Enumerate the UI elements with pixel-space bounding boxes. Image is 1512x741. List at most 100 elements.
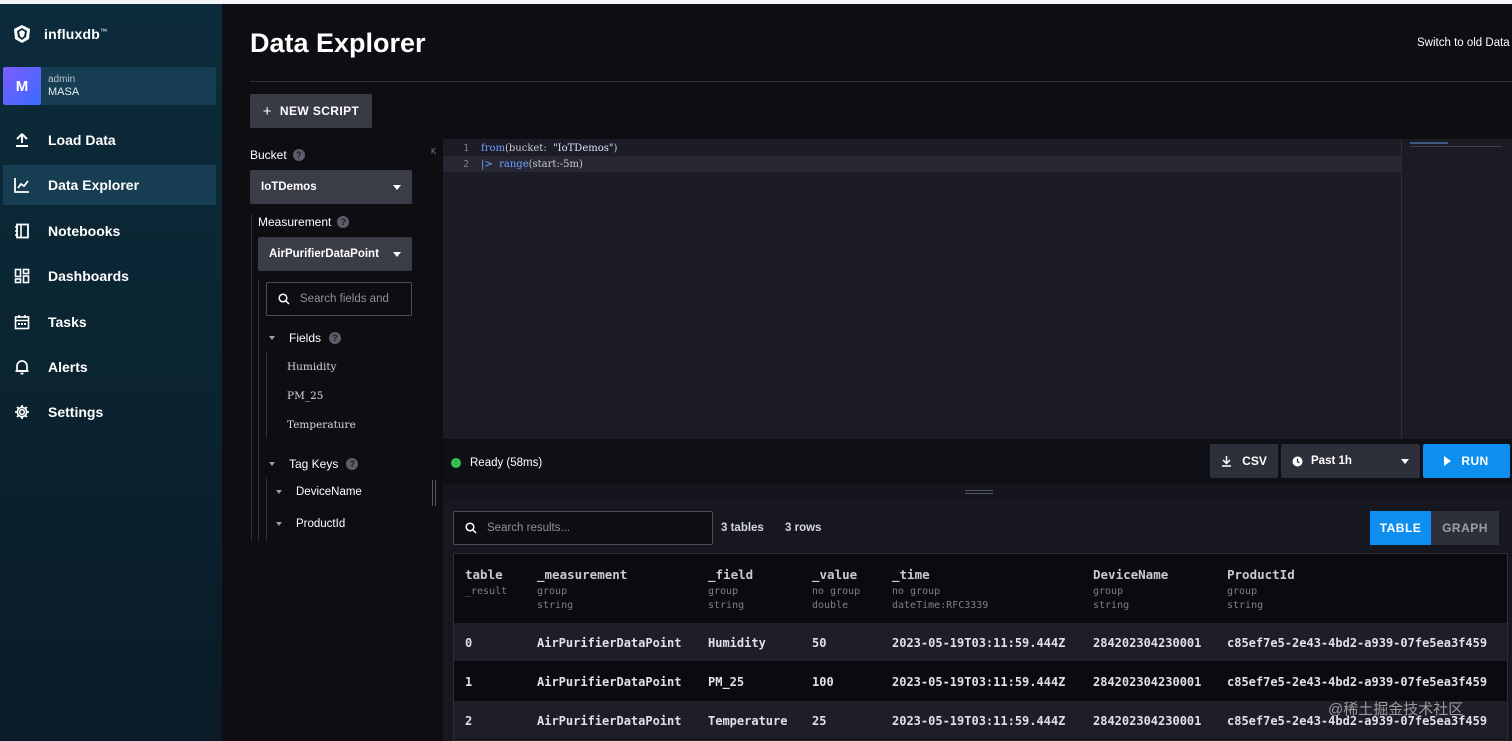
- tag-key-devicename[interactable]: DeviceName: [276, 486, 362, 498]
- bell-icon: [14, 359, 30, 375]
- caret-down-icon: [269, 336, 275, 340]
- user-role: admin: [48, 74, 76, 85]
- schema-browser: Bucket ? IoTDemos Measurement ? AirPurif…: [250, 140, 422, 541]
- download-icon: [1222, 456, 1232, 467]
- field-pm25[interactable]: PM_25: [287, 390, 323, 402]
- watermark: @稀土掘金技术社区: [1328, 701, 1464, 718]
- measurement-dropdown[interactable]: AirPurifierDataPoint: [258, 237, 412, 271]
- dashboards-icon: [14, 268, 30, 284]
- page-title: Data Explorer: [250, 28, 426, 58]
- tree-guide: [266, 352, 267, 438]
- view-graph-button[interactable]: GRAPH: [1431, 511, 1499, 545]
- view-table-button[interactable]: TABLE: [1370, 511, 1431, 545]
- collapse-panel-icon[interactable]: K: [431, 147, 436, 156]
- tree-guide: [251, 214, 252, 541]
- column-header[interactable]: _field: [708, 567, 753, 582]
- column-subheader: group: [1093, 586, 1124, 597]
- brand[interactable]: influxdb™: [12, 22, 107, 46]
- user-menu[interactable]: M admin MASA: [3, 67, 216, 105]
- column-type: string: [708, 600, 745, 611]
- column-subheader: group: [537, 586, 568, 597]
- query-toolbar: Ready (58ms) CSV Past 1h RUN: [443, 440, 1512, 484]
- notebook-icon: [14, 223, 30, 239]
- clock-icon: [1292, 456, 1303, 466]
- bucket-dropdown[interactable]: IoTDemos: [250, 170, 412, 204]
- bucket-label: Bucket: [250, 148, 287, 162]
- table-header: table _result _measurement group string …: [454, 554, 1507, 621]
- rows-count: 3 rows: [785, 522, 822, 534]
- column-type: string: [1227, 600, 1264, 611]
- sidebar-item-settings[interactable]: Settings: [0, 392, 222, 432]
- column-header[interactable]: ProductId: [1227, 567, 1295, 582]
- help-icon[interactable]: ?: [337, 216, 350, 228]
- table-row: 0 AirPurifierDataPoint Humidity 50 2023-…: [454, 623, 1507, 661]
- help-icon[interactable]: ?: [329, 332, 342, 344]
- tree-guide: [266, 478, 267, 541]
- tree-guide: [258, 280, 259, 541]
- window-top-edge: [0, 0, 1512, 4]
- measurement-label: Measurement: [258, 215, 332, 229]
- search-fields-input[interactable]: Search fields and: [266, 282, 412, 316]
- bucket-label-row: Bucket ?: [250, 148, 305, 162]
- sidebar-item-dashboards[interactable]: Dashboards: [0, 256, 222, 296]
- panel-resize-handle[interactable]: [443, 484, 1512, 500]
- column-subheader: group: [1227, 586, 1258, 597]
- play-icon: [1444, 456, 1452, 466]
- code-line-2[interactable]: 2 |> range(start:-5m): [443, 156, 1401, 172]
- column-type: string: [537, 600, 574, 611]
- calendar-icon: [14, 314, 30, 330]
- graph-icon: [14, 177, 30, 194]
- tables-count: 3 tables: [721, 522, 764, 534]
- time-range-dropdown[interactable]: Past 1h: [1281, 444, 1420, 478]
- new-script-button[interactable]: + NEW SCRIPT: [250, 94, 372, 128]
- column-subheader: no group: [812, 586, 861, 597]
- sidebar-item-notebooks[interactable]: Notebooks: [0, 211, 222, 251]
- column-subheader: group: [708, 586, 739, 597]
- influxdb-logo-icon: [14, 25, 30, 43]
- switch-old-explorer-link[interactable]: Switch to old Data Explorer: [1417, 37, 1512, 49]
- plus-icon: +: [262, 102, 272, 120]
- upload-icon: [14, 132, 30, 148]
- sidebar-item-tasks[interactable]: Tasks: [0, 302, 222, 342]
- column-type: string: [1093, 600, 1130, 611]
- help-icon[interactable]: ?: [292, 149, 305, 161]
- status-dot-icon: [451, 458, 461, 468]
- avatar: M: [3, 67, 41, 105]
- field-humidity[interactable]: Humidity: [287, 361, 336, 373]
- editor-minimap[interactable]: [1401, 139, 1512, 439]
- measurement-label-row: Measurement ?: [258, 215, 350, 229]
- caret-down-icon: [276, 490, 282, 494]
- sidebar: influxdb™ M admin MASA Load Data Data Ex…: [0, 4, 222, 741]
- field-temperature[interactable]: Temperature: [287, 419, 356, 431]
- tag-keys-toggle[interactable]: Tag Keys ?: [269, 457, 359, 471]
- sidebar-nav: Load Data Data Explorer Notebooks Dashbo…: [0, 120, 222, 438]
- run-button[interactable]: RUN: [1423, 444, 1510, 478]
- search-results-input[interactable]: Search results...: [453, 511, 713, 545]
- vertical-resize-handle[interactable]: [432, 480, 433, 506]
- flux-editor[interactable]: 1 from(bucket: "IoTDemos") 2 |> range(st…: [443, 139, 1512, 439]
- sidebar-item-alerts[interactable]: Alerts: [0, 347, 222, 387]
- sidebar-item-load-data[interactable]: Load Data: [0, 120, 222, 160]
- query-status: Ready (58ms): [451, 457, 542, 469]
- fields-toggle[interactable]: Fields ?: [269, 331, 342, 345]
- download-csv-button[interactable]: CSV: [1210, 444, 1278, 478]
- column-header[interactable]: table: [465, 567, 503, 582]
- column-subheader: no group: [892, 586, 941, 597]
- caret-down-icon: [269, 462, 275, 466]
- user-org: MASA: [48, 86, 80, 98]
- column-header[interactable]: _measurement: [537, 567, 627, 582]
- gear-icon: [14, 404, 30, 420]
- search-icon: [278, 293, 290, 305]
- column-header[interactable]: _value: [812, 567, 857, 582]
- column-header[interactable]: DeviceName: [1093, 567, 1168, 582]
- table-row: 1 AirPurifierDataPoint PM_25 100 2023-05…: [454, 662, 1507, 700]
- column-header[interactable]: _time: [892, 567, 930, 582]
- help-icon[interactable]: ?: [346, 458, 359, 470]
- caret-down-icon: [1401, 458, 1409, 464]
- code-line-1[interactable]: 1 from(bucket: "IoTDemos"): [443, 140, 1401, 156]
- tag-key-productid[interactable]: ProductId: [276, 518, 345, 530]
- search-icon: [465, 522, 477, 534]
- column-type: dateTime:RFC3339: [892, 600, 989, 611]
- caret-down-icon: [393, 184, 401, 190]
- sidebar-item-data-explorer[interactable]: Data Explorer: [3, 165, 216, 206]
